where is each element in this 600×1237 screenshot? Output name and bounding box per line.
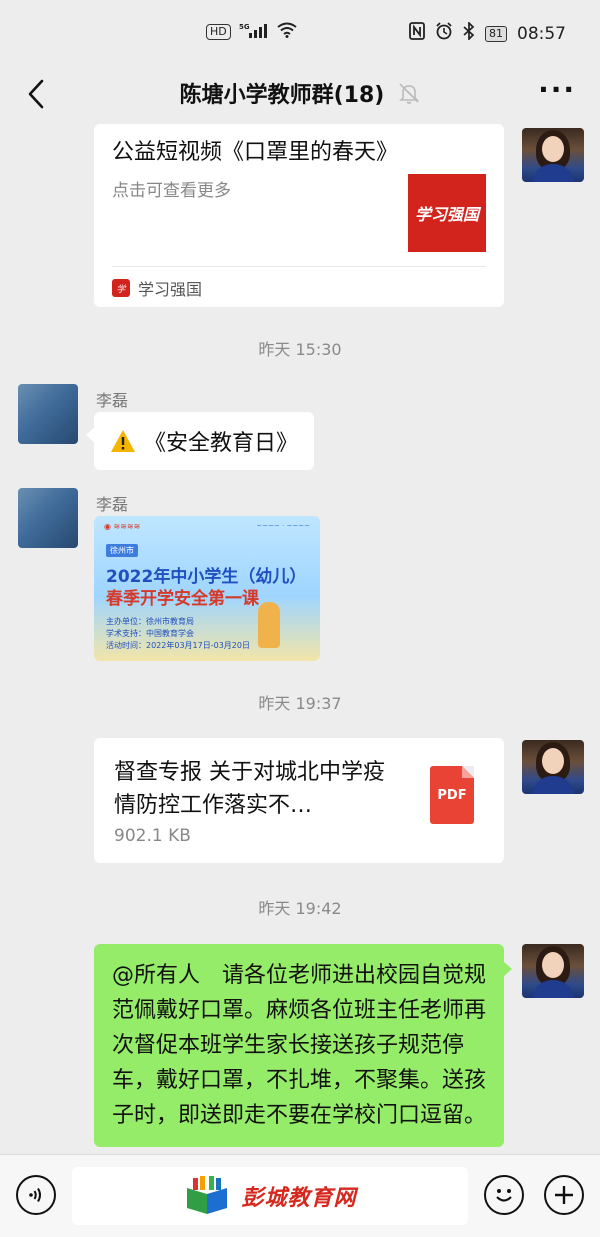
text-message[interactable]: 《安全教育日》 (85, 412, 315, 470)
message-input[interactable]: 彭城教育网 (72, 1167, 468, 1225)
chat-title: 陈塘小学教师群(18) (179, 83, 385, 108)
emoji-button[interactable] (484, 1175, 524, 1215)
smiley-icon (496, 1189, 512, 1202)
sent-text-message[interactable]: @所有人 请各位老师进出校园自觉规范佩戴好口罩。麻烦各位班主任老师再次督促本班学… (94, 944, 512, 1147)
link-card-title: 公益短视频《口罩里的春天》 (112, 140, 399, 165)
thumbnail-logo-text: 学习强国 (414, 205, 479, 224)
pdf-file-icon: PDF (430, 766, 474, 824)
warning-icon (110, 429, 136, 453)
plus-icon (555, 1186, 573, 1204)
my-avatar[interactable] (522, 944, 584, 998)
link-card-thumbnail: 学习强国 (408, 174, 486, 252)
link-card-source: 学 学习强国 (112, 276, 202, 300)
clock: 08:57 (517, 23, 566, 44)
timestamp: 昨天 15:30 (258, 340, 342, 359)
image-header-slogan: ~~~~ · ~~~~ (256, 522, 310, 530)
wifi-icon (277, 22, 297, 41)
file-name: 督查专报 关于对城北中学疫情防控工作落实不… (114, 760, 385, 818)
my-avatar[interactable] (522, 128, 584, 182)
message-text: @所有人 请各位老师进出校园自觉规范佩戴好口罩。麻烦各位班主任老师再次督促本班学… (112, 963, 487, 1128)
image-header-logo: ◉ ≋≋≋≋ (104, 522, 141, 531)
cartoon-child-illustration (258, 602, 280, 648)
signal-icon: 5G (239, 22, 269, 41)
mute-bell-icon (398, 82, 420, 104)
xuexi-app-icon: 学 (112, 279, 130, 297)
book-logo-icon (183, 1176, 231, 1216)
message-text: 《安全教育日》 (144, 431, 299, 456)
add-more-button[interactable] (544, 1175, 584, 1215)
timestamp: 昨天 19:42 (258, 899, 342, 918)
status-left: HD 5G (206, 22, 297, 41)
source-label: 学习强国 (138, 280, 203, 299)
nfc-icon (409, 22, 425, 45)
battery-indicator: 81 (485, 25, 507, 42)
svg-text:5G: 5G (239, 23, 250, 31)
voice-icon (29, 1187, 41, 1203)
voice-toggle-button[interactable] (16, 1175, 56, 1215)
chat-messages[interactable]: 公益短视频《口罩里的春天》 点击可查看更多 学习强国 学 学习强国 昨天 15:… (0, 124, 600, 1154)
image-message[interactable]: ◉ ≋≋≋≋ ~~~~ · ~~~~ 徐州市 2022年中小学生（幼儿） 春季开… (94, 516, 320, 661)
file-size: 902.1 KB (114, 826, 191, 846)
watermark-text: 彭城教育网 (241, 1186, 357, 1211)
link-card-message[interactable]: 公益短视频《口罩里的春天》 点击可查看更多 学习强国 学 学习强国 (94, 124, 504, 307)
sender-avatar[interactable] (18, 384, 78, 444)
status-bar: HD 5G 81 08:57 (0, 0, 600, 70)
image-details: 主办单位：徐州市教育局 学术支持：中国教育学会 活动时间：2022年03月17日… (106, 617, 250, 650)
bluetooth-icon (463, 20, 475, 45)
my-avatar[interactable] (522, 740, 584, 794)
hd-badge: HD (206, 23, 231, 40)
file-message[interactable]: 督查专报 关于对城北中学疫情防控工作落实不… 902.1 KB PDF (94, 738, 504, 863)
status-right: 81 08:57 (409, 20, 566, 45)
chat-header: 陈塘小学教师群(18) ··· (0, 62, 600, 124)
chevron-left-icon (28, 79, 44, 109)
sender-avatar[interactable] (18, 488, 78, 548)
alarm-icon (435, 22, 453, 45)
more-options-button[interactable]: ··· (538, 76, 576, 104)
sender-name: 李磊 (96, 495, 129, 514)
sender-name: 李磊 (96, 391, 129, 410)
timestamp: 昨天 19:37 (258, 694, 342, 713)
card-divider (112, 266, 486, 267)
image-tag: 徐州市 (106, 544, 138, 557)
input-bar: 彭城教育网 (0, 1154, 600, 1237)
image-headline-2: 春季开学安全第一课 (106, 589, 259, 609)
back-button[interactable] (18, 76, 54, 112)
